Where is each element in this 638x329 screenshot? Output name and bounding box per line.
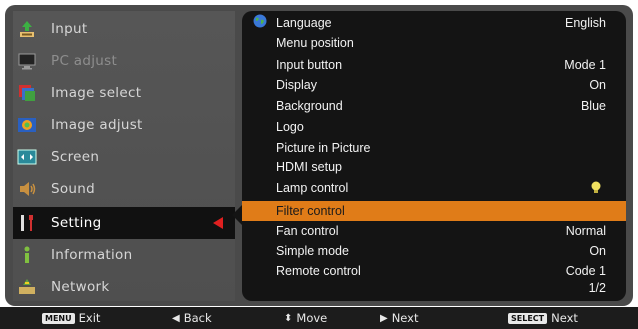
sidebar-item-screen[interactable]: Screen	[13, 141, 235, 173]
information-icon	[17, 245, 37, 265]
sidebar-item-image-select[interactable]: Image select	[13, 77, 235, 109]
sidebar-item-sound[interactable]: Sound	[13, 173, 235, 205]
image-adjust-icon	[17, 115, 37, 135]
sidebar-item-information[interactable]: Information	[13, 239, 235, 271]
tools-icon	[17, 213, 37, 233]
menu-row-display[interactable]: Display On	[242, 75, 626, 95]
network-icon	[17, 277, 37, 297]
move-hint[interactable]: ⬍ Move	[284, 311, 327, 325]
lamp-bulb-icon	[590, 181, 602, 201]
monitor-icon	[17, 51, 37, 71]
sidebar-item-image-adjust[interactable]: Image adjust	[13, 109, 235, 141]
menu-row-remote-control[interactable]: Remote control Code 1	[242, 261, 626, 281]
menu-row-lamp-control[interactable]: Lamp control	[242, 178, 626, 198]
sidebar-item-label: Sound	[51, 181, 96, 197]
menu-row-filter-control[interactable]: Filter control	[242, 201, 626, 221]
up-down-arrow-icon: ⬍	[284, 312, 293, 324]
screen-icon	[17, 147, 37, 167]
sidebar-item-label: Image select	[51, 85, 142, 101]
image-select-icon	[17, 83, 37, 103]
menu-row-picture-in-picture[interactable]: Picture in Picture	[242, 138, 626, 158]
sidebar-item-input[interactable]: Input	[13, 13, 235, 45]
sidebar-item-label: Input	[51, 21, 88, 37]
settings-panel: Language English Menu position Input but…	[242, 11, 626, 301]
sidebar-item-network[interactable]: Network	[13, 271, 235, 303]
menu-row-logo[interactable]: Logo	[242, 117, 626, 137]
sidebar-item-pc-adjust[interactable]: PC adjust	[13, 45, 235, 77]
menu-row-input-button[interactable]: Input button Mode 1	[242, 55, 626, 75]
sidebar-item-label: Network	[51, 279, 110, 295]
next-hint[interactable]: ▶ Next	[380, 311, 419, 325]
osd-menu-window: Input PC adjust Image select Image adjus…	[5, 5, 633, 306]
back-hint[interactable]: ◀ Back	[172, 311, 212, 325]
menu-row-language[interactable]: Language English	[242, 13, 626, 33]
sidebar-item-label: Screen	[51, 149, 100, 165]
menu-row-background[interactable]: Background Blue	[242, 96, 626, 116]
input-icon	[17, 19, 37, 39]
select-key-icon: SELECT	[508, 312, 548, 324]
menu-row-fan-control[interactable]: Fan control Normal	[242, 221, 626, 241]
select-next-hint[interactable]: SELECT Next	[508, 311, 578, 325]
exit-hint[interactable]: MENU Exit	[42, 311, 100, 325]
menu-row-menu-position[interactable]: Menu position	[242, 33, 626, 53]
menu-row-hdmi-setup[interactable]: HDMI setup	[242, 157, 626, 177]
sidebar-item-label: Information	[51, 247, 133, 263]
right-arrow-icon: ▶	[380, 312, 388, 324]
menu-key-icon: MENU	[42, 312, 75, 324]
sidebar: Input PC adjust Image select Image adjus…	[13, 11, 235, 301]
selection-arrow-icon	[213, 217, 223, 229]
sidebar-item-label: PC adjust	[51, 53, 118, 69]
key-guide-bar: MENU Exit ◀ Back ⬍ Move ▶ Next SELECT Ne…	[0, 307, 638, 329]
menu-row-simple-mode[interactable]: Simple mode On	[242, 241, 626, 261]
sidebar-item-label: Image adjust	[51, 117, 143, 133]
sidebar-item-setting[interactable]: Setting	[13, 207, 235, 239]
left-arrow-icon: ◀	[172, 312, 180, 324]
speaker-icon	[17, 179, 37, 199]
page-indicator: 1/2	[588, 281, 606, 295]
sidebar-item-label: Setting	[51, 215, 102, 231]
